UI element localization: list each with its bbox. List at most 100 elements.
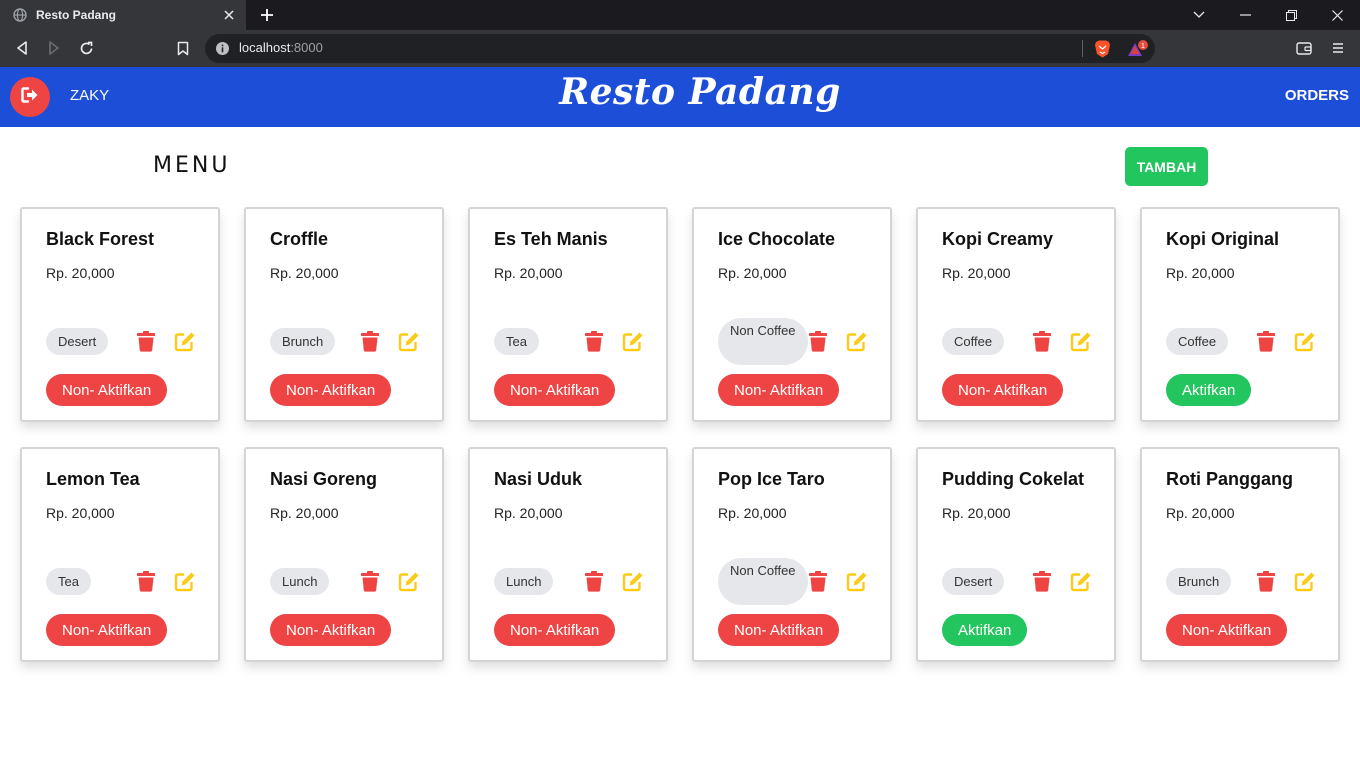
menu-item-price: Rp. 20,000 <box>1166 265 1235 281</box>
menu-card: Lemon Tea Rp. 20,000 Tea Non- Aktifkan <box>20 447 220 662</box>
category-badge: Tea <box>46 568 91 595</box>
trash-icon[interactable] <box>1032 571 1052 592</box>
menu-item-name: Roti Panggang <box>1166 469 1293 489</box>
toggle-status-button[interactable]: Non- Aktifkan <box>942 374 1064 406</box>
reload-icon[interactable] <box>77 39 95 57</box>
tab-title: Resto Padang <box>36 8 117 22</box>
close-icon[interactable] <box>222 8 236 22</box>
trash-icon[interactable] <box>1032 331 1052 352</box>
page-title: MENU <box>153 153 231 178</box>
menu-item-name: Kopi Original <box>1166 229 1280 249</box>
browser-tab[interactable]: Resto Padang <box>0 0 246 30</box>
toggle-status-button[interactable]: Non- Aktifkan <box>270 614 392 646</box>
edit-icon[interactable] <box>1294 331 1316 352</box>
menu-card: Kopi Creamy Rp. 20,000 Coffee Non- Aktif… <box>916 207 1116 422</box>
menu-card: Pop Ice Taro Rp. 20,000 Non Coffee Non- … <box>692 447 892 662</box>
chevron-down-icon[interactable] <box>1176 0 1222 30</box>
menu-item-price: Rp. 20,000 <box>46 265 115 281</box>
toggle-status-button[interactable]: Non- Aktifkan <box>1166 614 1288 646</box>
browser-toolbar: localhost:8000 1 <box>0 30 1360 67</box>
globe-icon <box>12 7 28 23</box>
toggle-status-button[interactable]: Non- Aktifkan <box>494 374 616 406</box>
edit-icon[interactable] <box>846 331 868 352</box>
trash-icon[interactable] <box>136 331 156 352</box>
restore-icon[interactable] <box>1268 0 1314 30</box>
minimize-icon[interactable] <box>1222 0 1268 30</box>
toggle-status-button[interactable]: Non- Aktifkan <box>46 614 168 646</box>
menu-item-price: Rp. 20,000 <box>494 265 563 281</box>
category-badge: Coffee <box>942 328 1005 355</box>
brave-shields-icon[interactable] <box>1094 40 1111 58</box>
edit-icon[interactable] <box>622 571 644 592</box>
category-badge: Coffee <box>1166 328 1229 355</box>
address-divider <box>1082 40 1083 57</box>
trash-icon[interactable] <box>808 331 828 352</box>
edit-icon[interactable] <box>622 331 644 352</box>
menu-item-name: Black Forest <box>46 229 155 249</box>
url-text: localhost:8000 <box>239 40 323 55</box>
menu-item-name: Lemon Tea <box>46 469 140 489</box>
toggle-status-button[interactable]: Aktifkan <box>942 614 1028 646</box>
menu-item-name: Nasi Uduk <box>494 469 583 489</box>
toggle-status-button[interactable]: Non- Aktifkan <box>494 614 616 646</box>
menu-card: Nasi Uduk Rp. 20,000 Lunch Non- Aktifkan <box>468 447 668 662</box>
bookmark-icon[interactable] <box>174 39 192 57</box>
app-header: ZAKY Resto Padang ORDERS <box>0 67 1360 127</box>
category-badge: Tea <box>494 328 539 355</box>
back-icon[interactable] <box>13 39 31 57</box>
forward-icon[interactable] <box>45 39 63 57</box>
menu-grid: Black Forest Rp. 20,000 Desert Non- Akti… <box>20 207 1340 662</box>
menu-card: Croffle Rp. 20,000 Brunch Non- Aktifkan <box>244 207 444 422</box>
menu-item-name: Ice Chocolate <box>718 229 836 249</box>
edit-icon[interactable] <box>1294 571 1316 592</box>
toggle-status-button[interactable]: Non- Aktifkan <box>270 374 392 406</box>
edit-icon[interactable] <box>1070 571 1092 592</box>
wallet-icon[interactable] <box>1295 39 1313 57</box>
toggle-status-button[interactable]: Non- Aktifkan <box>718 614 840 646</box>
address-bar[interactable]: localhost:8000 1 <box>205 34 1155 63</box>
trash-icon[interactable] <box>360 331 380 352</box>
orders-link[interactable]: ORDERS <box>1285 87 1349 104</box>
category-badge: Lunch <box>494 568 554 595</box>
close-window-icon[interactable] <box>1314 0 1360 30</box>
trash-icon[interactable] <box>1256 571 1276 592</box>
logout-button[interactable] <box>10 77 50 117</box>
menu-item-price: Rp. 20,000 <box>942 505 1011 521</box>
trash-icon[interactable] <box>360 571 380 592</box>
trash-icon[interactable] <box>584 571 604 592</box>
menu-card: Kopi Original Rp. 20,000 Coffee Aktifkan <box>1140 207 1340 422</box>
trash-icon[interactable] <box>808 571 828 592</box>
menu-item-price: Rp. 20,000 <box>270 265 339 281</box>
menu-item-name: Croffle <box>270 229 328 249</box>
browser-tab-strip: Resto Padang <box>0 0 1360 30</box>
toggle-status-button[interactable]: Non- Aktifkan <box>718 374 840 406</box>
info-icon[interactable] <box>215 41 230 56</box>
edit-icon[interactable] <box>398 571 420 592</box>
menu-item-price: Rp. 20,000 <box>718 265 787 281</box>
edit-icon[interactable] <box>398 331 420 352</box>
menu-item-price: Rp. 20,000 <box>270 505 339 521</box>
edit-icon[interactable] <box>1070 331 1092 352</box>
category-badge: Brunch <box>1166 568 1232 595</box>
trash-icon[interactable] <box>136 571 156 592</box>
trash-icon[interactable] <box>584 331 604 352</box>
edit-icon[interactable] <box>174 331 196 352</box>
menu-item-name: Kopi Creamy <box>942 229 1054 249</box>
menu-card: Ice Chocolate Rp. 20,000 Non Coffee Non-… <box>692 207 892 422</box>
menu-card: Black Forest Rp. 20,000 Desert Non- Akti… <box>20 207 220 422</box>
toggle-status-button[interactable]: Non- Aktifkan <box>46 374 168 406</box>
trash-icon[interactable] <box>1256 331 1276 352</box>
username: ZAKY <box>70 87 110 104</box>
menu-item-price: Rp. 20,000 <box>46 505 115 521</box>
menu-card: Es Teh Manis Rp. 20,000 Tea Non- Aktifka… <box>468 207 668 422</box>
brave-rewards-icon[interactable]: 1 <box>1127 40 1149 58</box>
edit-icon[interactable] <box>846 571 868 592</box>
edit-icon[interactable] <box>174 571 196 592</box>
add-menu-button[interactable]: TAMBAH <box>1125 147 1208 186</box>
menu-item-price: Rp. 20,000 <box>1166 505 1235 521</box>
hamburger-menu-icon[interactable] <box>1329 39 1347 57</box>
logout-icon <box>21 87 39 107</box>
menu-item-name: Nasi Goreng <box>270 469 378 489</box>
new-tab-icon[interactable] <box>258 6 276 24</box>
toggle-status-button[interactable]: Aktifkan <box>1166 374 1252 406</box>
